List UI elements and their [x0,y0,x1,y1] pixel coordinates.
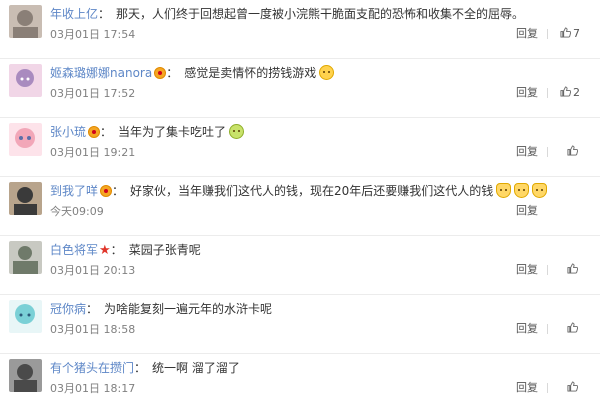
comment-item: 冠你病： 为啥能复刻一遍元年的水浒卡呢 03月01日 18:58 回复 [0,295,600,354]
username-link[interactable]: 冠你病 [50,302,86,316]
vomit-emoji-icon [229,124,245,139]
member-badge-icon[interactable] [88,126,101,138]
like-count: 7 [573,27,580,40]
username-link[interactable]: 年收上亿 [50,7,98,21]
comment-text: 当年为了集卡吃吐了 [118,125,227,139]
star-badge-icon[interactable]: ★ [99,243,111,258]
action-divider [547,147,548,157]
username-link[interactable]: 姬森璐娜娜nanora [50,66,152,80]
avatar[interactable] [9,123,42,156]
comment-item: 白色将军★： 菜园子张青呢 03月01日 20:13 回复 [0,236,600,295]
thumbs-up-icon [567,263,578,274]
thumbs-up-icon [560,86,571,97]
reply-button[interactable]: 回复 [516,262,538,278]
comment-text: 统一啊 溜了溜了 [152,361,240,375]
like-button[interactable] [567,321,580,337]
comment-text: 那天，人们终于回想起曾一度被小浣熊干脆面支配的恐怖和收集不全的屈辱。 [116,7,525,21]
avatar[interactable] [9,300,42,333]
comment-item: 姬森璐娜娜nanora：感觉是卖情怀的捞钱游戏 03月01日 17:52 回复 … [0,59,600,118]
comment-item: 有个猪头在攒门： 统一啊 溜了溜了 03月01日 18:17 回复 [0,354,600,413]
comment-time: 03月01日 18:17 [50,382,136,395]
comment-list: 年收上亿： 那天，人们终于回想起曾一度被小浣熊干脆面支配的恐怖和收集不全的屈辱。 … [0,0,600,411]
comment-time: 03月01日 17:54 [50,28,136,41]
username-link[interactable]: 张小琉 [50,125,86,139]
cat-emoji-icon [532,183,548,198]
cat-emoji-icon [514,183,530,198]
avatar[interactable] [9,182,42,215]
crying-emoji-icon [319,65,335,80]
action-divider [547,324,548,334]
like-button[interactable] [567,262,580,278]
comment-time: 03月01日 17:52 [50,87,136,100]
avatar[interactable] [9,359,42,392]
separator: ： [98,7,111,21]
reply-button[interactable]: 回复 [516,85,538,101]
thumbs-up-icon [567,322,578,333]
like-button[interactable] [567,144,580,160]
separator: ： [100,125,113,139]
username-link[interactable]: 到我了咩 [50,184,98,198]
comment-item: 到我了咩 ： 好家伙，当年赚我们这代人的钱，现在20年后还要赚我们这代人的钱 今天0… [0,177,600,236]
comment-text: 菜园子张青呢 [128,243,201,257]
comment-time: 03月01日 18:58 [50,323,136,336]
separator: ： [166,66,179,80]
separator: ： [86,302,99,316]
thumbs-up-icon [567,145,578,156]
thumbs-up-icon [567,381,578,392]
action-divider [547,88,548,98]
comment-time: 03月01日 19:21 [50,146,136,159]
reply-button[interactable]: 回复 [516,321,538,337]
reply-button[interactable]: 回复 [516,380,538,396]
reply-button[interactable]: 回复 [516,144,538,160]
thumbs-up-icon [560,27,571,38]
member-badge-icon[interactable] [154,67,167,79]
reply-button[interactable]: 回复 [516,26,538,42]
action-divider [547,383,548,393]
reply-button[interactable]: 回复 [516,203,538,219]
like-button[interactable]: 7 [560,26,580,42]
avatar[interactable] [9,5,42,38]
avatar[interactable] [9,64,42,97]
comment-time: 03月01日 20:13 [50,264,136,277]
cat-emoji-icon [496,183,512,198]
avatar[interactable] [9,241,42,274]
separator: ： [110,243,123,257]
separator: ： [112,184,125,198]
username-link[interactable]: 白色将军 [50,243,98,257]
comment-time: 今天09:09 [50,205,104,218]
comment-item: 年收上亿： 那天，人们终于回想起曾一度被小浣熊干脆面支配的恐怖和收集不全的屈辱。 … [0,0,600,59]
comment-item: 张小琉 ： 当年为了集卡吃吐了 03月01日 19:21 回复 [0,118,600,177]
like-button[interactable] [567,380,580,396]
member-badge-icon[interactable] [100,185,113,197]
comment-text: 感觉是卖情怀的捞钱游戏 [184,66,317,80]
action-divider [547,265,548,275]
username-link[interactable]: 有个猪头在攒门 [50,361,134,375]
like-count: 2 [573,86,580,99]
separator: ： [134,361,147,375]
comment-text: 为啥能复刻一遍元年的水浒卡呢 [104,302,273,316]
comment-text: 好家伙，当年赚我们这代人的钱，现在20年后还要赚我们这代人的钱 [130,184,494,198]
like-button[interactable]: 2 [560,85,580,101]
action-divider [547,29,548,39]
